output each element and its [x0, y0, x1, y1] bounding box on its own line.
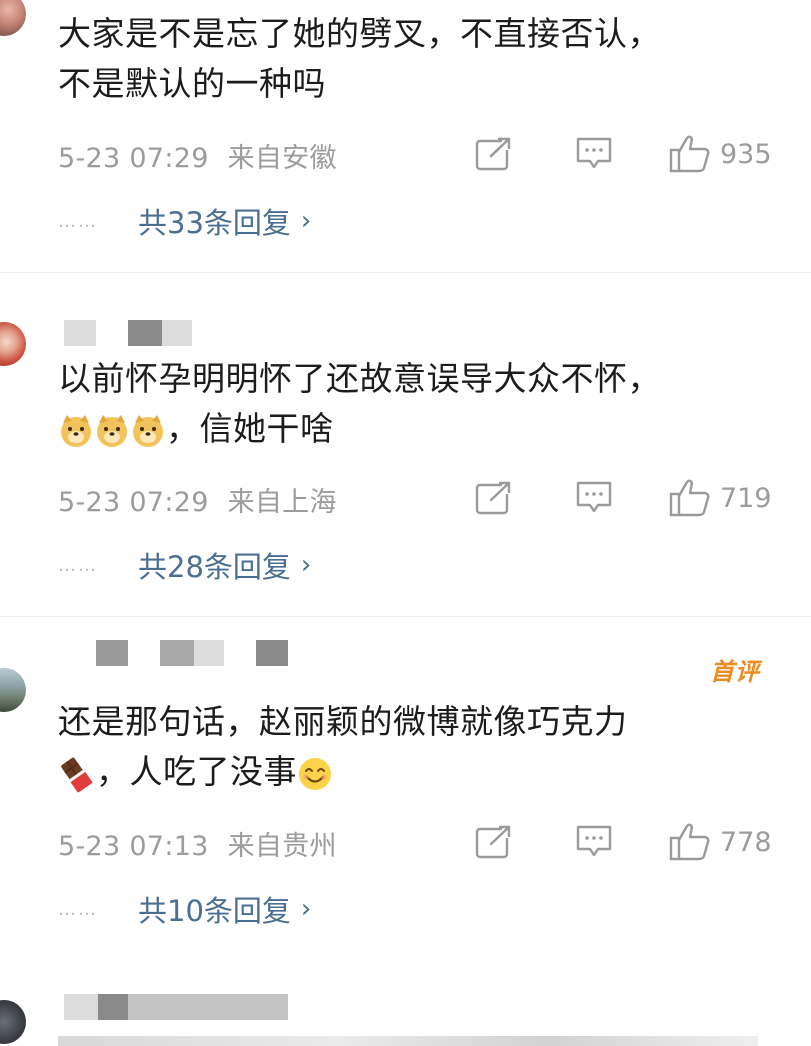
replies-row: …… 共28条回复 ›: [58, 544, 311, 586]
comment-text-line: 大家是不是忘了她的劈叉，不直接否认，: [58, 14, 661, 53]
comment-icon: [576, 825, 612, 857]
thumbs-up-icon: [669, 823, 710, 861]
blurred-name-segment: [256, 640, 288, 666]
replies-dots: ……: [58, 210, 98, 232]
view-replies-link[interactable]: 共33条回复: [138, 200, 291, 242]
comment-icon: [576, 481, 612, 513]
like-count: 778: [720, 826, 772, 858]
replies-row: …… 共10条回复 ›: [58, 888, 311, 930]
like-button[interactable]: 719: [668, 474, 772, 522]
avatar[interactable]: [0, 668, 26, 712]
blurred-name-segment: [64, 320, 96, 346]
action-bar: 719: [0, 474, 811, 522]
doge-emoji-icon: [61, 414, 91, 447]
smile-emoji-icon: [299, 757, 331, 790]
comment-button[interactable]: [574, 818, 614, 866]
avatar[interactable]: [0, 322, 26, 366]
chevron-right-icon[interactable]: ›: [301, 894, 311, 924]
blurred-name-segment: [162, 320, 192, 346]
comment-text-line: ，人吃了没事: [58, 746, 333, 798]
chocolate-emoji-icon: [61, 757, 93, 792]
replies-dots: ……: [58, 898, 98, 920]
doge-emoji-icon: [133, 414, 163, 447]
comment-text-line: 以前怀孕明明怀了还故意误导大众不怀，: [58, 359, 661, 398]
action-bar: 935: [0, 130, 811, 178]
view-replies-link[interactable]: 共10条回复: [138, 888, 291, 930]
like-button[interactable]: 778: [668, 818, 772, 866]
like-count: 719: [720, 482, 772, 514]
chevron-right-icon[interactable]: ›: [301, 206, 311, 236]
blurred-name-segment: [128, 994, 288, 1020]
avatar[interactable]: [0, 1000, 26, 1044]
repost-icon: [475, 480, 514, 515]
divider: [0, 616, 811, 617]
thumbs-up-icon: [669, 479, 710, 517]
blurred-name-segment: [64, 994, 98, 1020]
comment-button[interactable]: [574, 474, 614, 522]
chevron-right-icon[interactable]: ›: [301, 550, 311, 580]
like-count: 935: [720, 138, 772, 170]
doge-emoji-icon: [97, 414, 127, 447]
repost-button[interactable]: [474, 130, 514, 178]
first-comment-badge: 首评: [710, 658, 760, 686]
thumbs-up-icon: [669, 135, 710, 173]
blurred-name-segment: [96, 640, 128, 666]
blurred-name-segment: [194, 640, 224, 666]
divider: [0, 272, 811, 273]
comment-button[interactable]: [574, 130, 614, 178]
repost-icon: [475, 136, 514, 171]
comment-text-line: 不是默认的一种吗: [58, 64, 326, 103]
comment-icon: [576, 137, 612, 169]
repost-button[interactable]: [474, 474, 514, 522]
replies-row: …… 共33条回复 ›: [58, 200, 311, 242]
comment-text-fragment: ，信她干啥: [166, 409, 334, 448]
view-replies-link[interactable]: 共28条回复: [138, 544, 291, 586]
comment-text-fragment: ，人吃了没事: [96, 752, 297, 791]
blurred-text-partial: [58, 1036, 758, 1046]
comment-text-line: ，信她干啥: [58, 403, 334, 455]
blurred-name-segment: [160, 640, 194, 666]
comment-text-line: 还是那句话，赵丽颖的微博就像巧克力: [58, 702, 628, 741]
blurred-name-segment: [128, 320, 162, 346]
repost-icon: [475, 824, 514, 859]
action-bar: 778: [0, 818, 811, 866]
avatar[interactable]: [0, 0, 26, 36]
repost-button[interactable]: [474, 818, 514, 866]
like-button[interactable]: 935: [668, 130, 772, 178]
blurred-name-segment: [98, 994, 128, 1020]
replies-dots: ……: [58, 554, 98, 576]
